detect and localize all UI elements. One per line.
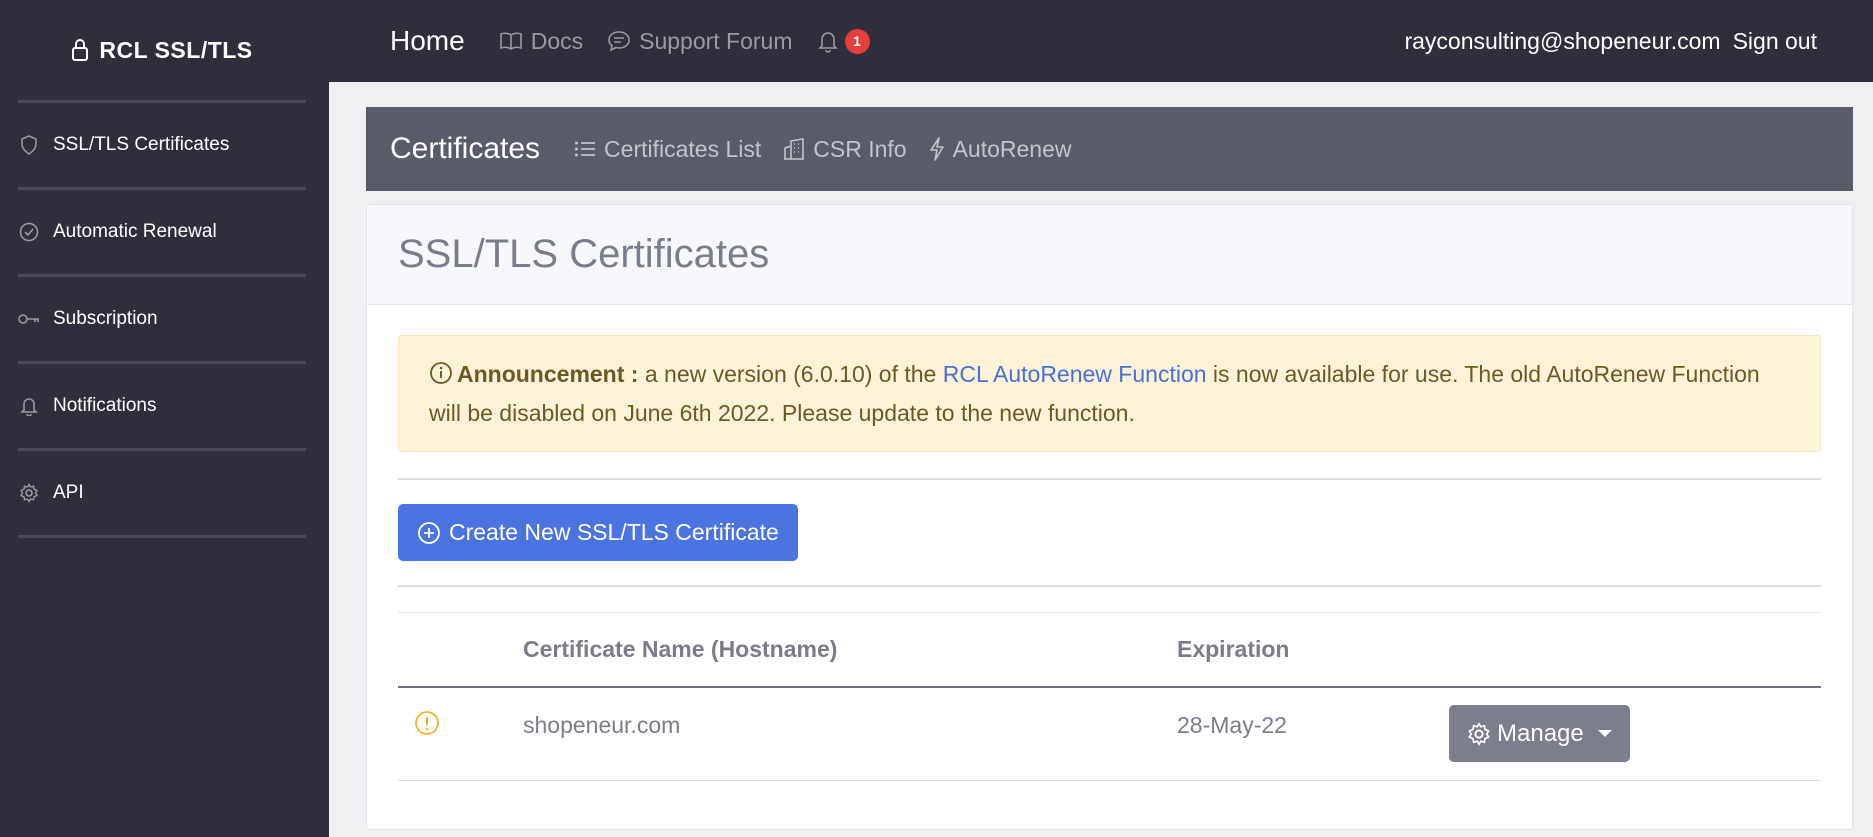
notifications-bell[interactable]: 1: [817, 28, 870, 54]
status-cell: [398, 686, 523, 781]
table-header-expiration[interactable]: Expiration: [1177, 613, 1449, 687]
tab-csr-info[interactable]: CSR Info: [783, 135, 907, 163]
table-header-status: [398, 613, 523, 687]
tab-label: Certificates List: [604, 135, 762, 162]
sidebar-item-api[interactable]: API: [18, 451, 306, 538]
certificates-subheader: Certificates Certificates List CSR Info …: [366, 107, 1853, 191]
sign-out-link[interactable]: Sign out: [1733, 28, 1817, 55]
brand-title: RCL SSL/TLS: [99, 36, 253, 63]
nav-docs-link[interactable]: Docs: [499, 28, 583, 55]
certificates-table: Certificate Name (Hostname) Expiration s…: [398, 612, 1821, 781]
page-title: SSL/TLS Certificates: [398, 232, 770, 276]
nav-support-label: Support Forum: [639, 27, 793, 54]
notification-count-badge: 1: [844, 28, 870, 54]
gear-icon: [18, 482, 40, 504]
warning-circle-icon: [414, 710, 440, 741]
sidebar-item-subscription[interactable]: Subscription: [18, 277, 306, 364]
table-header-row: Certificate Name (Hostname) Expiration: [398, 612, 1821, 687]
sidebar-item-label: Subscription: [53, 308, 158, 329]
nav-docs-label: Docs: [530, 27, 584, 54]
book-icon: [499, 32, 522, 50]
bell-icon: [817, 32, 838, 53]
actions-cell: Manage: [1449, 686, 1821, 781]
manage-dropdown-button[interactable]: Manage: [1449, 705, 1630, 763]
expiration-cell: 28-May-22: [1177, 686, 1449, 781]
caret-down-icon: [1597, 730, 1612, 738]
sidebar-item-label: SSL/TLS Certificates: [53, 134, 230, 155]
manage-label: Manage: [1497, 719, 1584, 747]
brand[interactable]: RCL SSL/TLS: [18, 0, 306, 103]
sidebar: RCL SSL/TLS SSL/TLS Certificates Automat…: [0, 0, 329, 837]
chat-icon: [608, 31, 630, 52]
sidebar-item-notifications[interactable]: Notifications: [18, 364, 306, 451]
check-circle-icon: [18, 221, 40, 243]
certificate-name-cell[interactable]: shopeneur.com: [523, 686, 1177, 781]
sidebar-item-automatic-renewal[interactable]: Automatic Renewal: [18, 190, 306, 277]
create-certificate-button[interactable]: Create New SSL/TLS Certificate: [398, 504, 798, 561]
divider: [398, 478, 1821, 480]
user-email-link[interactable]: rayconsulting@shopeneur.com: [1404, 28, 1720, 55]
sidebar-item-label: Automatic Renewal: [53, 221, 217, 242]
create-button-label: Create New SSL/TLS Certificate: [449, 519, 779, 545]
shield-icon: [18, 134, 40, 156]
tab-label: CSR Info: [813, 135, 907, 162]
table-header-name[interactable]: Certificate Name (Hostname): [523, 613, 1177, 687]
lightning-icon: [929, 137, 944, 161]
table-row: shopeneur.com 28-May-22 Manage: [398, 686, 1821, 781]
autorenew-function-link[interactable]: RCL AutoRenew Function: [943, 361, 1207, 387]
key-icon: [18, 308, 40, 330]
announcement-alert: Announcement : a new version (6.0.10) of…: [398, 335, 1821, 452]
bell-icon: [18, 395, 40, 417]
tab-certificates-list[interactable]: Certificates List: [574, 136, 761, 163]
plus-circle-icon: [418, 521, 440, 544]
sidebar-item-label: Notifications: [53, 395, 157, 416]
divider: [398, 585, 1821, 587]
lock-icon: [72, 39, 89, 61]
sidebar-item-ssl-certificates[interactable]: SSL/TLS Certificates: [18, 103, 306, 190]
card-header: SSL/TLS Certificates: [367, 205, 1852, 305]
table-header-actions: [1449, 613, 1821, 687]
info-icon: [429, 359, 453, 395]
tab-autorenew[interactable]: AutoRenew: [929, 136, 1072, 163]
certificates-card: SSL/TLS Certificates Announcement : a ne…: [366, 204, 1853, 830]
building-icon: [784, 138, 805, 160]
announcement-text-before: a new version (6.0.10) of the: [638, 361, 943, 387]
list-icon: [575, 141, 596, 157]
nav-support-link[interactable]: Support Forum: [607, 27, 793, 55]
nav-home-link[interactable]: Home: [390, 25, 465, 57]
tab-label: AutoRenew: [952, 135, 1072, 162]
announcement-label: Announcement :: [457, 361, 639, 387]
subheader-title: Certificates: [390, 132, 541, 165]
sidebar-item-label: API: [53, 482, 84, 503]
top-navbar: Home Docs Support Forum 1 rayconsulting@…: [329, 0, 1873, 82]
gear-icon: [1468, 721, 1490, 746]
